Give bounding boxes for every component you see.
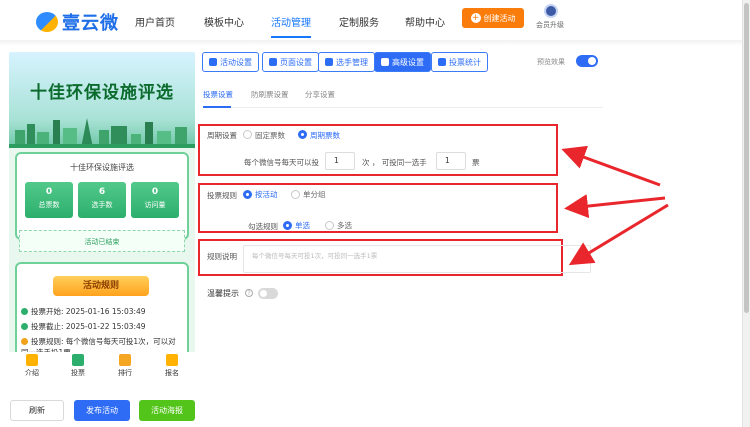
arrow-to-vote-rule — [564, 194, 666, 219]
annotation-arrows — [561, 145, 669, 266]
arrow-to-period — [561, 145, 661, 187]
arrow-to-rules-desc — [568, 203, 669, 266]
